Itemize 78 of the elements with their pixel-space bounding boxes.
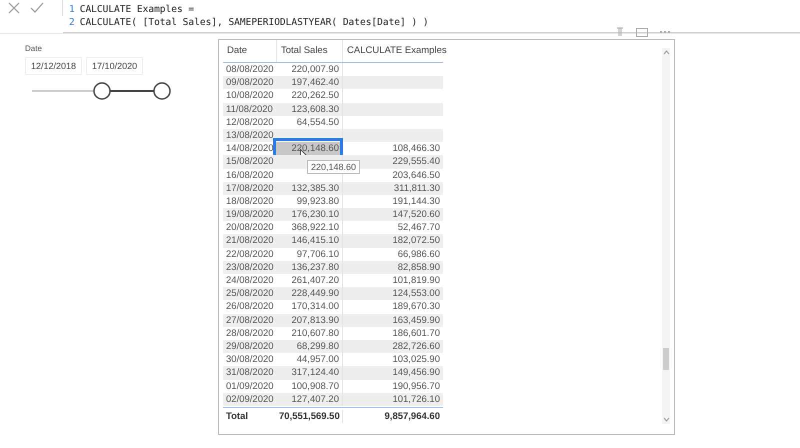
table-cell-text: 10/08/2020: [225, 89, 275, 103]
table-cell[interactable]: 176,230.10: [276, 208, 343, 222]
table-cell-text: 190,956.70: [391, 380, 441, 393]
table-cell-text: 27/08/2020: [225, 314, 275, 327]
table-cell-text: 101,726.10: [391, 392, 441, 406]
table-cell-text: 22/08/2020: [225, 248, 275, 261]
table-cell-text: 24/08/2020: [225, 274, 275, 288]
code-line: CALCULATE( [Total Sales], SAMEPERIODLASTYEAR( Dates[Date] ) ): [80, 17, 429, 28]
table-cell-text: 186,601.70: [391, 326, 441, 340]
table-cell-text: 13/08/2020: [225, 128, 275, 142]
table-cell-text: 149,456.90: [391, 366, 441, 380]
line-number: 1: [69, 4, 75, 15]
table-cell-text: 52,467.70: [396, 221, 441, 234]
table-cell-text: 09/08/2020: [225, 76, 275, 90]
end-date-field[interactable]: 17/10/2020: [86, 57, 144, 75]
table-cell[interactable]: 68,299.80: [276, 340, 343, 354]
column-header[interactable]: Total Sales: [276, 40, 343, 62]
table-cell-text: 11/08/2020: [225, 102, 274, 116]
table-cell-text: 26/08/2020: [225, 300, 275, 314]
total-cell: 70,551,569.50: [276, 410, 343, 423]
table-cell-text: 82,858.90: [396, 260, 441, 274]
table-cell-text: 02/09/2020: [225, 392, 275, 406]
table-cell-text: 66,986.60: [396, 248, 441, 261]
close-icon[interactable]: [8, 2, 20, 14]
start-date-field[interactable]: 12/12/2018: [25, 57, 82, 75]
table-cell-text: 14/08/2020: [225, 142, 275, 156]
table-cell-text: 08/08/2020: [225, 63, 275, 76]
check-icon[interactable]: [30, 2, 44, 14]
table-cell-text: 21/08/2020: [225, 234, 275, 248]
table-cell-text: 25/08/2020: [225, 287, 275, 300]
table-cell-text: 203,646.50: [391, 168, 441, 182]
column-header[interactable]: Date: [223, 40, 276, 62]
table-cell-text: 19/08/2020: [225, 208, 275, 222]
table-cell[interactable]: 136,237.80: [276, 260, 343, 274]
focus-mode-icon[interactable]: [636, 28, 648, 36]
table-cell-text: 147,520.60: [391, 208, 441, 222]
tooltip: 220,148.60: [307, 160, 360, 174]
table-cell-text: 30/08/2020: [225, 353, 275, 366]
table-cell-text: 163,459.90: [391, 314, 441, 327]
table-cell[interactable]: 317,124.40: [276, 366, 343, 380]
table-cell[interactable]: 123,608.30: [276, 102, 343, 116]
table-cell[interactable]: 132,385.30: [276, 182, 343, 195]
table-cell-text: 182,072.50: [391, 234, 441, 248]
table-cell-text: 01/09/2020: [225, 380, 275, 393]
table-cell[interactable]: 146,415.10: [276, 234, 343, 248]
table-cell-text: 18/08/2020: [225, 194, 275, 208]
scrollbar-thumb[interactable]: [663, 348, 669, 370]
table-cell[interactable]: 197,462.40: [276, 76, 343, 90]
table-cell-text: 103,025.90: [391, 353, 441, 366]
table-cell[interactable]: 207,813.90: [276, 314, 343, 327]
table-cell[interactable]: 220,148.60: [276, 142, 343, 156]
scroll-up-icon[interactable]: [662, 50, 670, 55]
total-label: Total: [225, 410, 249, 423]
total-cell-text: 9,857,964.60: [384, 410, 441, 423]
table-cell-text: 23/08/2020: [225, 260, 275, 274]
table-cell-text: 124,553.00: [391, 287, 441, 300]
table-cell-text: 189,670.30: [391, 300, 441, 314]
code-line: CALCULATE Examples =: [80, 4, 194, 15]
scroll-down-icon[interactable]: [662, 417, 670, 422]
table-cell[interactable]: 228,449.90: [276, 287, 343, 300]
table-cell-text: 17/08/2020: [225, 182, 275, 195]
table-cell-text: 16/08/2020: [225, 168, 275, 182]
table-cell[interactable]: 127,407.20: [276, 392, 343, 406]
filter-icon[interactable]: [616, 27, 624, 37]
table-cell-text: 12/08/2020: [225, 116, 275, 129]
scrollbar[interactable]: [662, 48, 670, 424]
table-cell-text: 31/08/2020: [225, 366, 275, 380]
table-cell-text: 108,466.30: [391, 142, 441, 156]
line-number: 2: [69, 17, 75, 28]
table-cell-text: 311,811.30: [392, 182, 441, 195]
table-cell-text: 28/08/2020: [225, 326, 275, 340]
slicer-title: Date: [25, 44, 43, 53]
table-cell-text: 29/08/2020: [225, 340, 275, 354]
table-cell-text: 101,819.90: [391, 274, 441, 288]
table-cell-text: 191,144.30: [391, 194, 441, 208]
table-cell-text: 20/08/2020: [225, 221, 275, 234]
table-cell-text: 15/08/2020: [225, 155, 275, 168]
table-cell-text: 282,726.60: [391, 340, 441, 354]
